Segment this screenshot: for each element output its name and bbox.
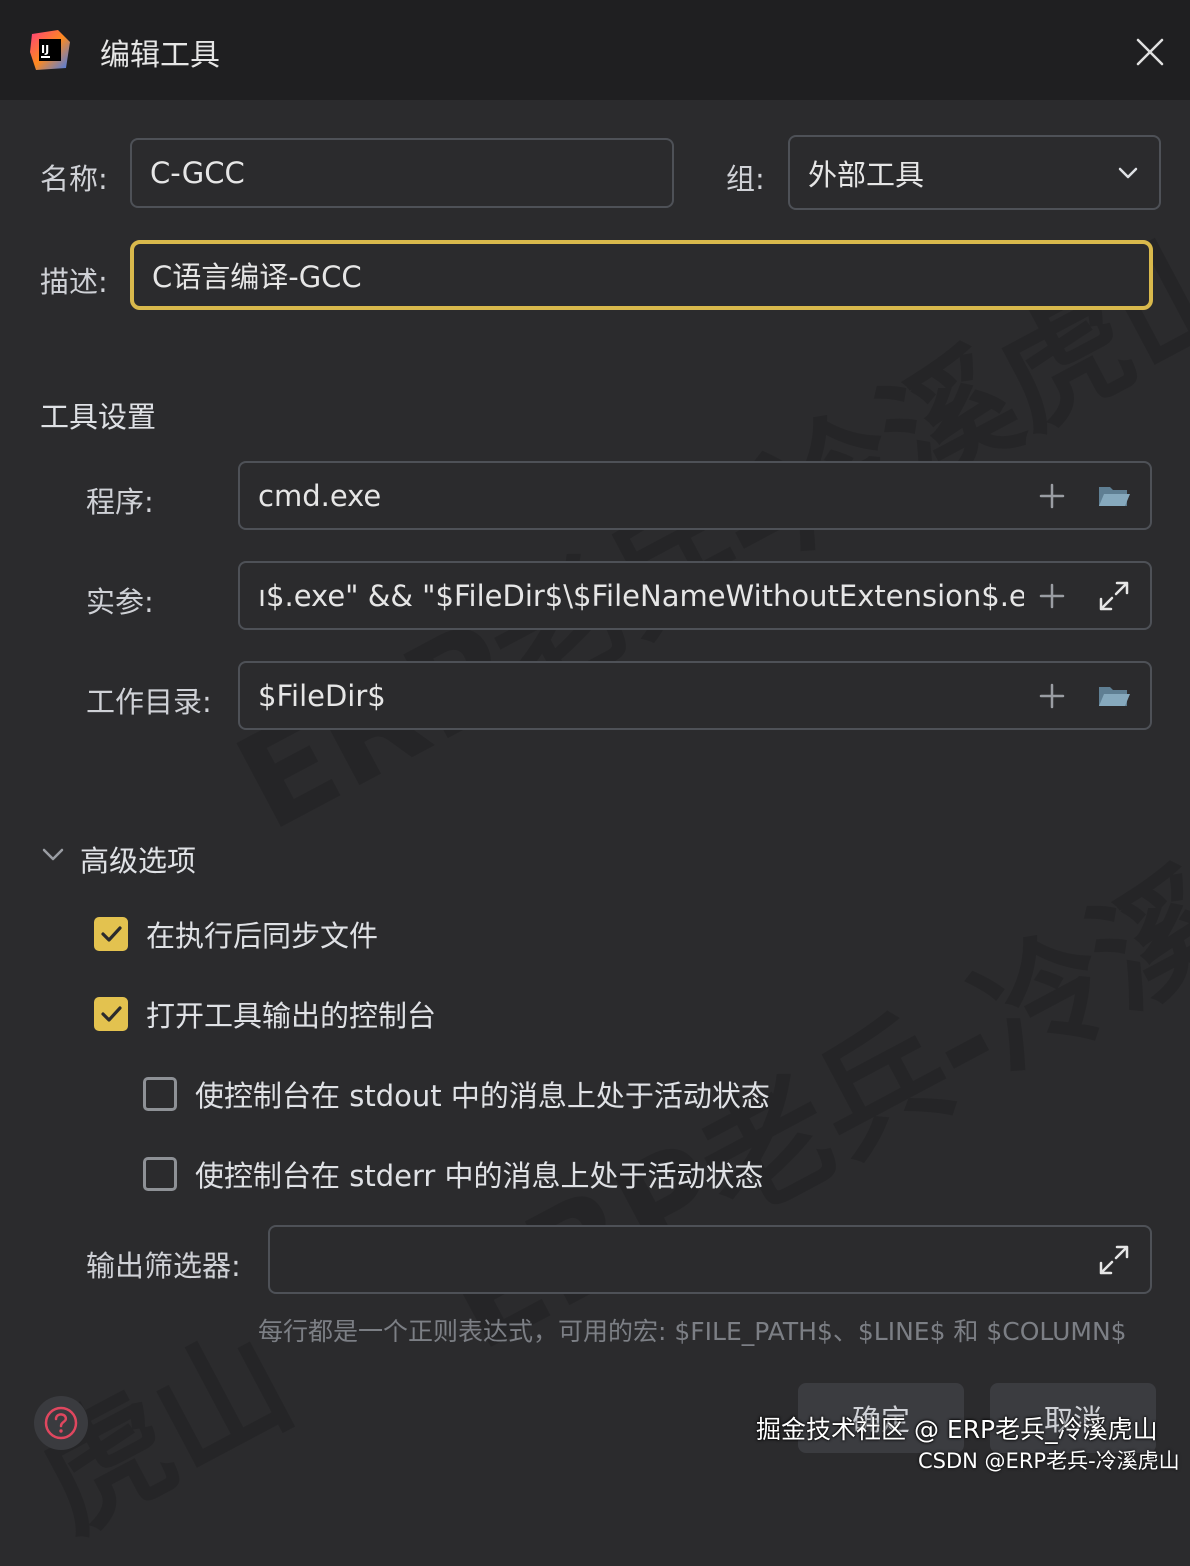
stdout-activate-label: 使控制台在 stdout 中的消息上处于活动状态 <box>195 1079 770 1113</box>
advanced-options-heading[interactable]: 高级选项 <box>80 838 196 880</box>
group-label: 组: <box>726 162 765 196</box>
expand-icon[interactable] <box>1096 1242 1132 1278</box>
description-value: C语言编译-GCC <box>152 260 362 294</box>
checkmark-icon <box>101 926 122 942</box>
open-console-checkbox[interactable]: 打开工具输出的控制台 <box>94 993 436 1035</box>
help-icon <box>44 1406 78 1440</box>
stderr-activate-label: 使控制台在 stderr 中的消息上处于活动状态 <box>195 1159 764 1193</box>
program-label: 程序: <box>86 485 154 519</box>
dialog-title: 编辑工具 <box>100 38 220 73</box>
working-directory-value: $FileDir$ <box>258 678 386 713</box>
svg-text:IJ: IJ <box>41 43 49 56</box>
program-field[interactable]: cmd.exe <box>238 461 1152 530</box>
name-field[interactable]: C-GCC <box>130 138 674 208</box>
arguments-label: 实参: <box>86 585 154 619</box>
checkbox-checked[interactable] <box>94 917 128 951</box>
checkbox-unchecked[interactable] <box>143 1077 177 1111</box>
insert-macro-icon[interactable] <box>1034 478 1070 514</box>
sync-files-checkbox[interactable]: 在执行后同步文件 <box>94 913 378 955</box>
watermark-overlay: CSDN @ERP老兵-冷溪虎山 <box>918 1449 1180 1473</box>
checkbox-unchecked[interactable] <box>143 1157 177 1191</box>
arguments-field[interactable]: ı$.exe" && "$FileDir$\$FileNameWithoutEx… <box>238 561 1152 630</box>
stderr-activate-checkbox[interactable]: 使控制台在 stderr 中的消息上处于活动状态 <box>143 1153 764 1195</box>
output-filters-hint: 每行都是一个正则表达式，可用的宏: $FILE_PATH$、$LINE$ 和 $… <box>258 1317 1127 1346</box>
help-button[interactable] <box>34 1396 88 1450</box>
name-value: C-GCC <box>150 156 245 190</box>
group-select[interactable]: 外部工具 <box>788 135 1161 210</box>
program-value: cmd.exe <box>258 478 382 513</box>
chevron-down-icon[interactable] <box>40 842 66 868</box>
chevron-down-icon <box>1118 167 1138 178</box>
intellij-logo-icon: IJ <box>30 30 70 70</box>
browse-folder-icon[interactable] <box>1096 678 1132 714</box>
arguments-value: ı$.exe" && "$FileDir$\$FileNameWithoutEx… <box>258 578 1024 613</box>
group-value: 外部工具 <box>808 157 925 192</box>
insert-macro-icon[interactable] <box>1034 578 1070 614</box>
expand-icon[interactable] <box>1096 578 1132 614</box>
watermark-overlay: 掘金技术社区 @ ERP老兵_冷溪虎山 <box>756 1415 1158 1444</box>
browse-folder-icon[interactable] <box>1096 478 1132 514</box>
output-filters-field[interactable] <box>268 1225 1152 1294</box>
description-field[interactable]: C语言编译-GCC <box>130 240 1153 310</box>
sync-files-label: 在执行后同步文件 <box>146 919 379 953</box>
close-icon[interactable] <box>1128 30 1172 74</box>
open-console-label: 打开工具输出的控制台 <box>146 999 437 1033</box>
description-label: 描述: <box>40 265 108 299</box>
working-directory-label: 工作目录: <box>86 685 212 719</box>
stdout-activate-checkbox[interactable]: 使控制台在 stdout 中的消息上处于活动状态 <box>143 1073 770 1115</box>
title-bar: IJ 编辑工具 <box>0 0 1190 100</box>
working-directory-field[interactable]: $FileDir$ <box>238 661 1152 730</box>
insert-macro-icon[interactable] <box>1034 678 1070 714</box>
name-label: 名称: <box>40 162 108 196</box>
checkmark-icon <box>101 1006 122 1022</box>
tool-settings-heading: 工具设置 <box>40 400 157 434</box>
output-filters-label: 输出筛选器: <box>86 1249 241 1283</box>
checkbox-checked[interactable] <box>94 997 128 1031</box>
